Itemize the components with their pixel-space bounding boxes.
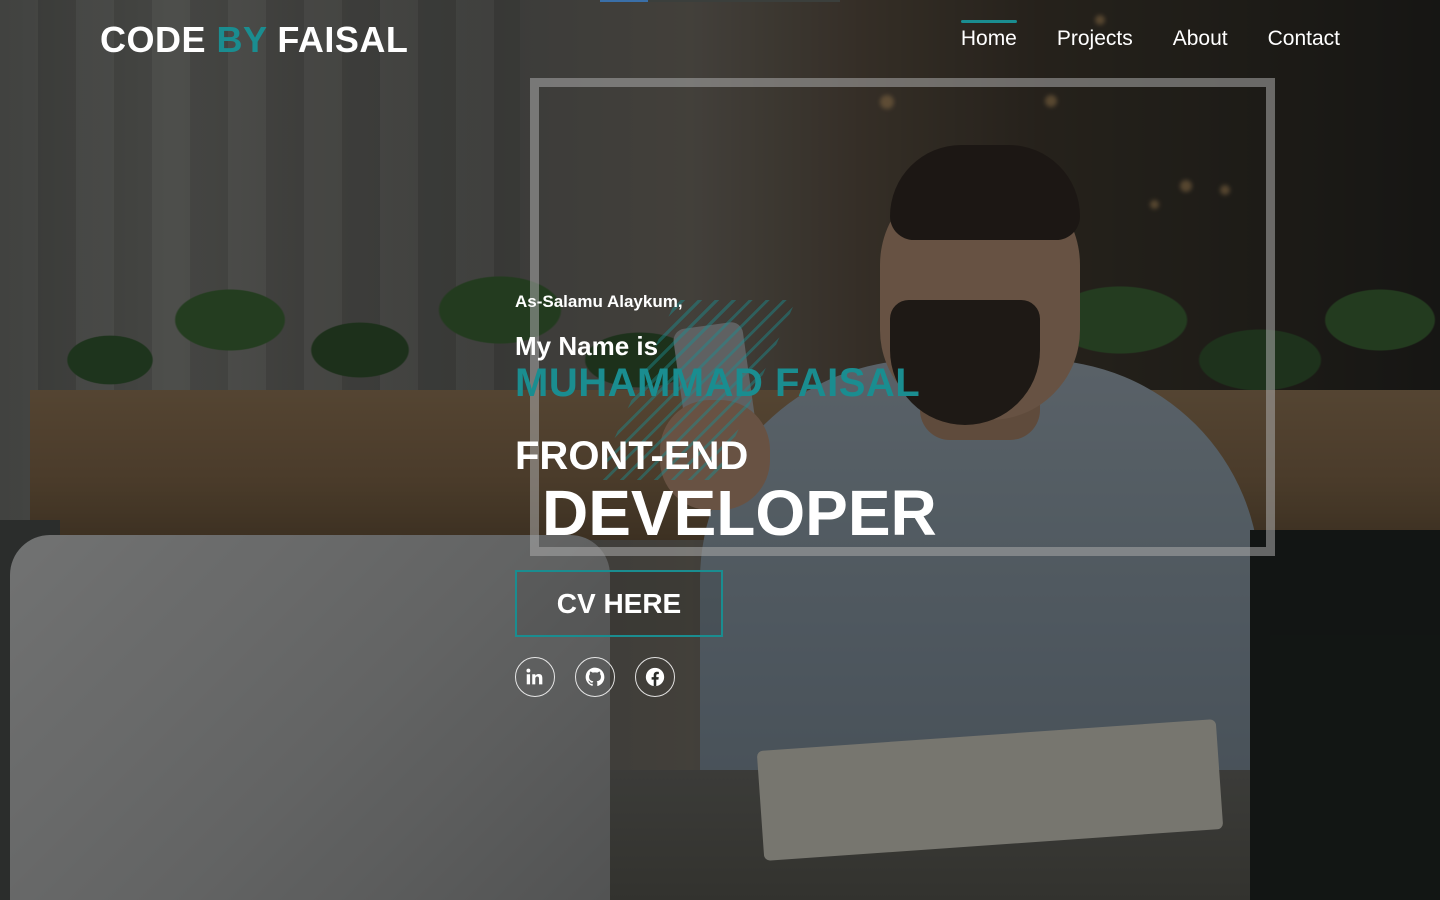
github-icon [585,667,605,687]
facebook-icon [645,667,665,687]
logo-text-code: CODE [100,19,217,60]
main-nav: Home Projects About Contact [960,20,1340,54]
facebook-link[interactable] [635,657,675,697]
hero-role-line2: DEVELOPER [542,477,937,549]
scroll-progress-bar [600,0,840,2]
linkedin-link[interactable] [515,657,555,697]
site-logo[interactable]: CODE BY FAISAL [100,19,408,61]
site-header: CODE BY FAISAL Home Projects About Conta… [0,0,1440,80]
nav-item-contact[interactable]: Contact [1268,24,1340,54]
logo-text-faisal: FAISAL [266,19,409,60]
hero-role-line1: FRONT-END [515,434,749,478]
cv-button[interactable]: CV HERE [515,570,723,637]
hero-intro: My Name is [515,331,659,361]
social-links [515,657,675,697]
scroll-progress-fill [600,0,648,2]
logo-text-by: BY [216,19,267,60]
hero-greeting: As-Salamu Alaykum, [515,292,683,311]
nav-item-home[interactable]: Home [960,20,1017,54]
nav-item-projects[interactable]: Projects [1057,24,1133,54]
hero-name: MUHAMMAD FAISAL [515,361,921,405]
nav-item-about[interactable]: About [1173,24,1228,54]
github-link[interactable] [575,657,615,697]
linkedin-icon [526,668,543,685]
